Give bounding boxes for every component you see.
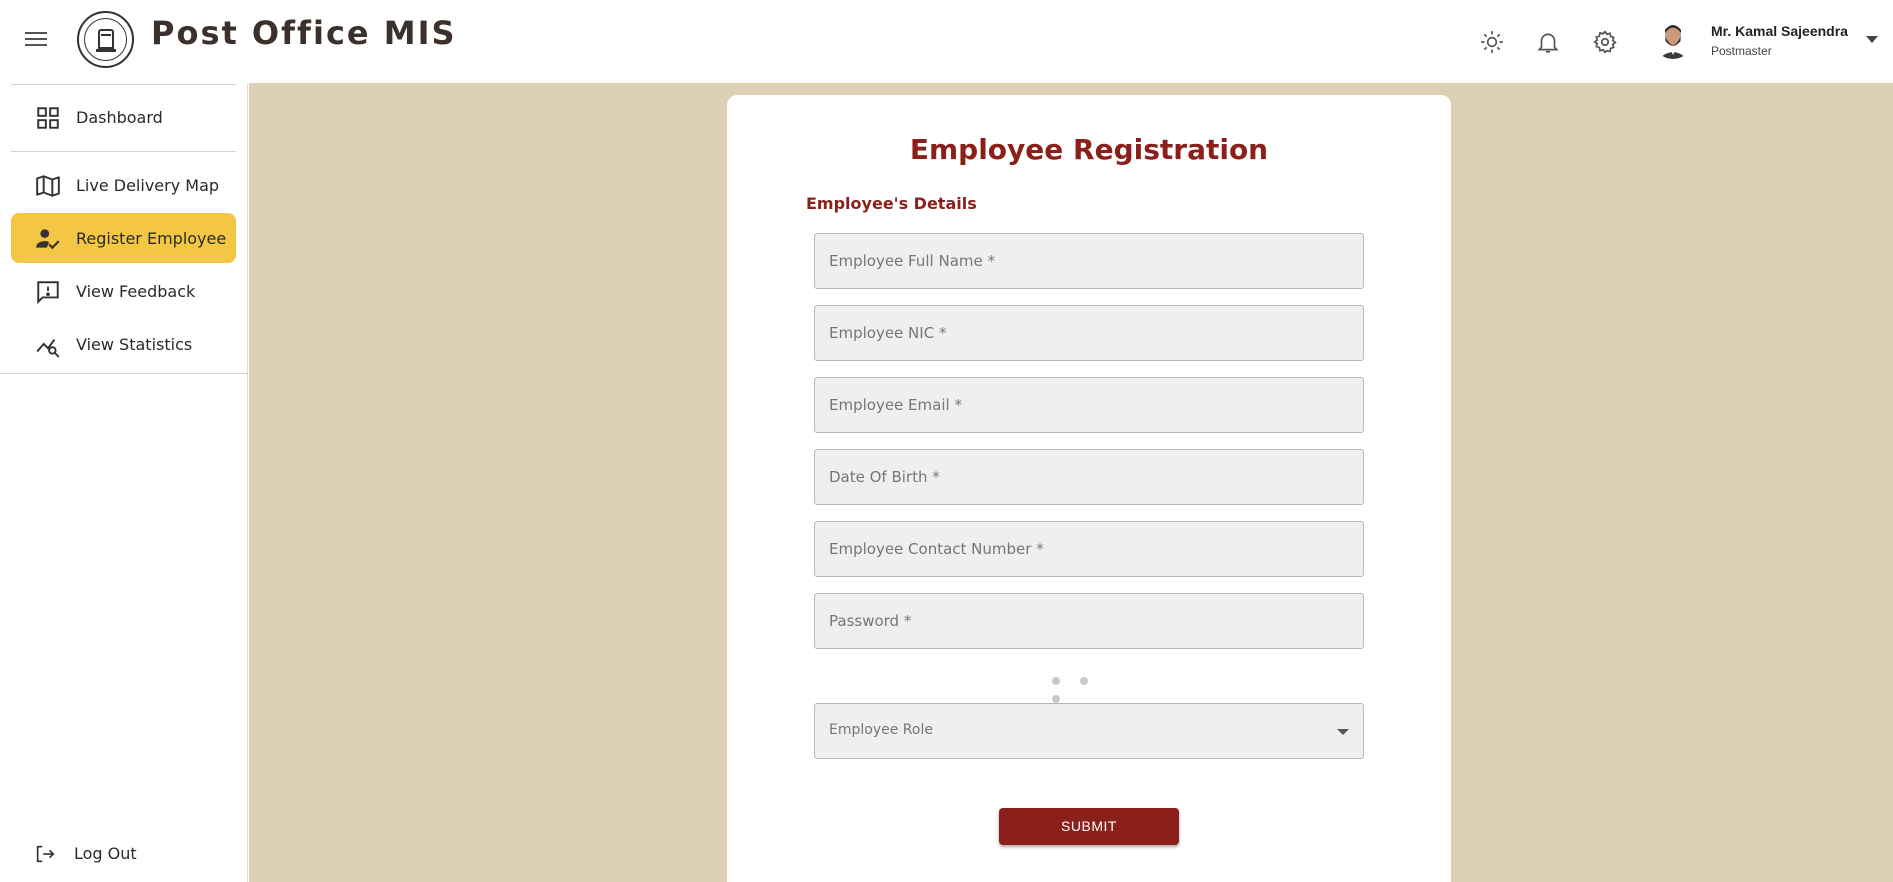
field-placeholder: Employee Contact Number * bbox=[829, 540, 1044, 558]
sidebar-item-view-statistics[interactable]: View Statistics bbox=[11, 319, 236, 369]
divider bbox=[11, 151, 236, 152]
grid-icon bbox=[37, 107, 59, 129]
field-placeholder: Password * bbox=[829, 612, 912, 630]
logout-label: Log Out bbox=[74, 844, 137, 863]
page-title: Employee Registration bbox=[909, 133, 1269, 166]
employee-nic-field[interactable]: Employee NIC * bbox=[814, 305, 1364, 361]
sidebar-item-label: Live Delivery Map bbox=[76, 175, 220, 195]
map-icon bbox=[36, 175, 60, 197]
sidebar-item-register-employee[interactable]: Register Employee bbox=[11, 213, 236, 263]
sidebar-item-label: Register Employee bbox=[76, 228, 227, 248]
chevron-down-icon bbox=[1337, 729, 1349, 735]
user-name[interactable]: Mr. Kamal Sajeendra bbox=[1711, 23, 1848, 39]
bell-icon[interactable] bbox=[1535, 29, 1561, 55]
divider bbox=[11, 84, 236, 85]
loading-dots bbox=[1052, 672, 1132, 703]
sidebar-item-view-feedback[interactable]: View Feedback bbox=[11, 266, 236, 316]
app-title: Post Office MIS bbox=[151, 14, 457, 52]
sidebar-item-label: Dashboard bbox=[76, 107, 163, 127]
select-placeholder: Employee Role bbox=[829, 722, 933, 738]
statistics-icon bbox=[36, 338, 60, 358]
avatar[interactable] bbox=[1653, 19, 1693, 59]
date-of-birth-field[interactable]: Date Of Birth * bbox=[814, 449, 1364, 505]
section-title: Employee's Details bbox=[806, 194, 977, 213]
chevron-down-icon[interactable] bbox=[1866, 36, 1878, 43]
feedback-icon bbox=[37, 281, 59, 305]
sidebar-item-label: View Feedback bbox=[76, 281, 196, 301]
employee-full-name-field[interactable]: Employee Full Name * bbox=[814, 233, 1364, 289]
employee-contact-number-field[interactable]: Employee Contact Number * bbox=[814, 521, 1364, 577]
user-role: Postmaster bbox=[1711, 44, 1772, 58]
sidebar-item-dashboard[interactable]: Dashboard bbox=[11, 92, 236, 142]
top-app-bar: Post Office MIS Mr. Kamal Sajeendra Post… bbox=[0, 0, 1893, 83]
person-check-icon bbox=[36, 229, 60, 250]
divider bbox=[0, 373, 248, 374]
logout-button[interactable]: Log Out bbox=[34, 842, 154, 868]
sidebar-item-live-delivery-map[interactable]: Live Delivery Map bbox=[11, 160, 236, 210]
field-placeholder: Employee NIC * bbox=[829, 324, 947, 342]
field-placeholder: Employee Full Name * bbox=[829, 252, 995, 270]
submit-button[interactable]: SUBMIT bbox=[999, 808, 1179, 845]
employee-email-field[interactable]: Employee Email * bbox=[814, 377, 1364, 433]
gear-icon[interactable] bbox=[1592, 29, 1618, 55]
sidebar-item-label: View Statistics bbox=[76, 334, 193, 354]
sun-icon[interactable] bbox=[1479, 29, 1505, 55]
field-placeholder: Employee Email * bbox=[829, 396, 962, 414]
post-office-logo bbox=[77, 11, 134, 68]
employee-role-select[interactable]: Employee Role bbox=[814, 703, 1364, 759]
logout-icon bbox=[36, 845, 55, 863]
password-field[interactable]: Password * bbox=[814, 593, 1364, 649]
field-placeholder: Date Of Birth * bbox=[829, 468, 940, 486]
menu-icon[interactable] bbox=[22, 28, 50, 52]
